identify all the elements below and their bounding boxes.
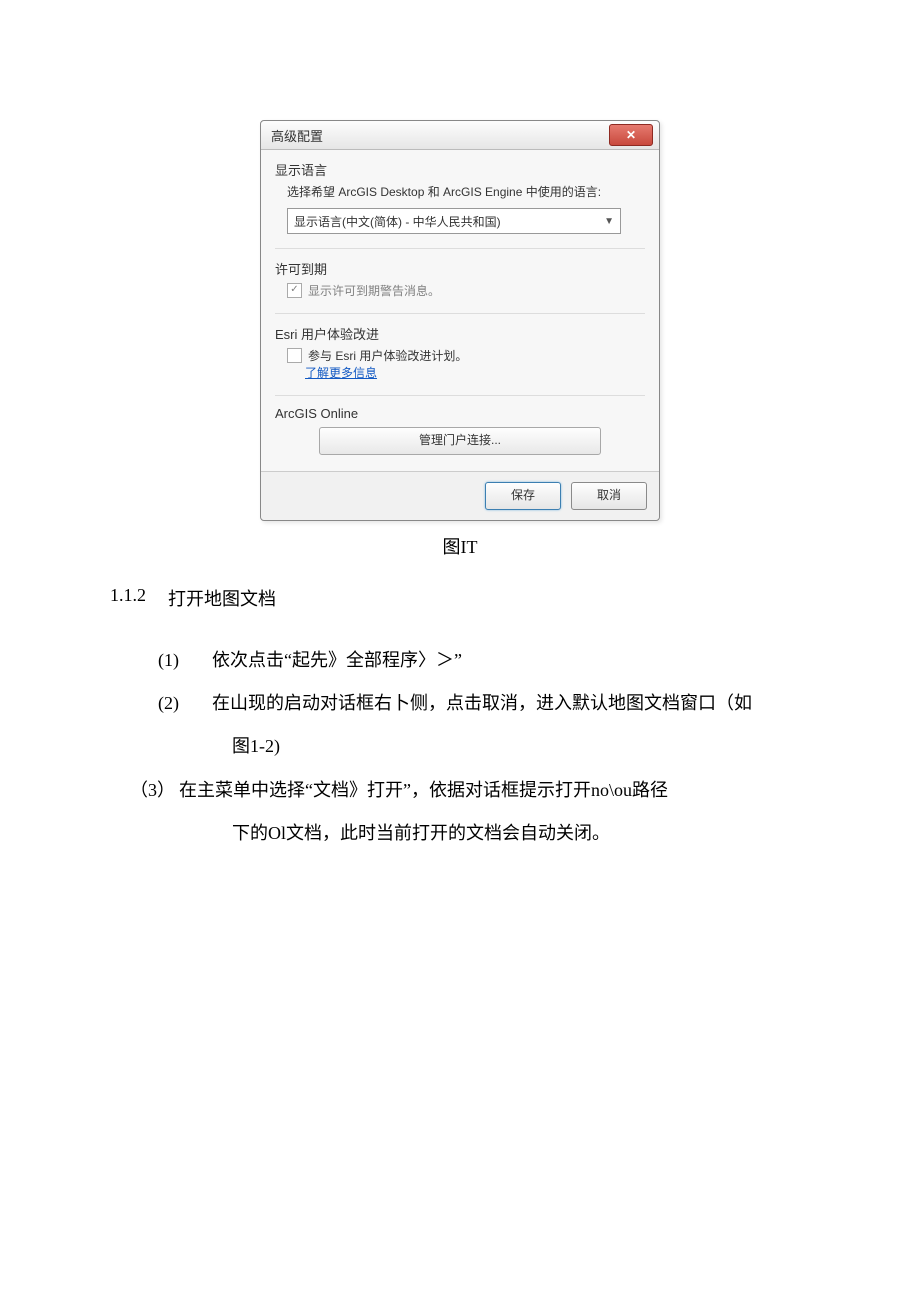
close-button[interactable]: ✕ xyxy=(609,124,653,146)
section-heading: 1.1.2 打开地图文档 xyxy=(110,585,810,611)
advanced-config-dialog: 高级配置 ✕ 显示语言 选择希望 ArcGIS Desktop 和 ArcGIS… xyxy=(260,120,660,521)
step-text: 依次点击“起先》全部程序〉＞” xyxy=(212,639,462,682)
save-button[interactable]: 保存 xyxy=(485,482,561,510)
list-item: (1) 依次点击“起先》全部程序〉＞” xyxy=(158,639,810,682)
combobox-value: 显示语言(中文(简体) - 中华人民共和国) xyxy=(294,213,501,230)
list-item: (2) 在山现的启动对话框右卜侧，点击取消，进入默认地图文档窗口（如 xyxy=(158,682,810,725)
step-text: 在山现的启动对话框右卜侧，点击取消，进入默认地图文档窗口（如 xyxy=(212,682,752,725)
section-online: ArcGIS Online 管理门户连接... xyxy=(275,406,645,455)
titlebar: 高级配置 ✕ xyxy=(261,121,659,150)
chevron-down-icon: ▼ xyxy=(604,216,614,227)
license-checkbox[interactable]: ✓ xyxy=(287,283,302,298)
esri-checkbox[interactable] xyxy=(287,348,302,363)
learn-more-link[interactable]: 了解更多信息 xyxy=(305,366,377,380)
section-esri-title: Esri 用户体验改进 xyxy=(275,324,645,343)
cancel-button[interactable]: 取消 xyxy=(571,482,647,510)
license-checkbox-row: ✓ 显示许可到期警告消息。 xyxy=(287,282,645,299)
dialog-title: 高级配置 xyxy=(271,126,323,145)
step-text-continued: 图1-2) xyxy=(232,725,810,768)
step-number: (2) xyxy=(158,682,212,725)
license-checkbox-label: 显示许可到期警告消息。 xyxy=(308,282,440,299)
dialog-footer: 保存 取消 xyxy=(261,471,659,520)
section-language-title: 显示语言 xyxy=(275,160,645,179)
divider xyxy=(275,395,645,396)
step-text: 在主菜单中选择“文档》打开”，依据对话框提示打开no\ou路径 xyxy=(179,769,668,812)
divider xyxy=(275,313,645,314)
manage-portal-button[interactable]: 管理门户连接... xyxy=(319,427,601,455)
section-esri: Esri 用户体验改进 参与 Esri 用户体验改进计划。 了解更多信息 xyxy=(275,324,645,381)
esri-checkbox-label: 参与 Esri 用户体验改进计划。 xyxy=(308,347,467,364)
heading-number: 1.1.2 xyxy=(110,585,146,611)
esri-checkbox-row: 参与 Esri 用户体验改进计划。 xyxy=(287,347,645,364)
divider xyxy=(275,248,645,249)
dialog-screenshot: 高级配置 ✕ 显示语言 选择希望 ArcGIS Desktop 和 ArcGIS… xyxy=(260,120,660,521)
steps-list: (1) 依次点击“起先》全部程序〉＞” (2) 在山现的启动对话框右卜侧，点击取… xyxy=(158,639,810,855)
step-number: (1) xyxy=(158,639,212,682)
dialog-body: 显示语言 选择希望 ArcGIS Desktop 和 ArcGIS Engine… xyxy=(261,150,659,471)
section-language: 显示语言 选择希望 ArcGIS Desktop 和 ArcGIS Engine… xyxy=(275,160,645,234)
step-text-continued: 下的Ol文档，此时当前打开的文档会自动关闭。 xyxy=(232,812,810,855)
close-icon: ✕ xyxy=(626,128,636,142)
figure-caption: 图IT xyxy=(110,533,810,559)
section-language-desc: 选择希望 ArcGIS Desktop 和 ArcGIS Engine 中使用的… xyxy=(287,183,645,200)
step-number: （3） xyxy=(130,769,175,812)
heading-text: 打开地图文档 xyxy=(168,585,276,611)
language-combobox[interactable]: 显示语言(中文(简体) - 中华人民共和国) ▼ xyxy=(287,208,621,234)
list-item: （3） 在主菜单中选择“文档》打开”，依据对话框提示打开no\ou路径 xyxy=(130,769,810,812)
section-license-title: 许可到期 xyxy=(275,259,645,278)
document-page: 高级配置 ✕ 显示语言 选择希望 ArcGIS Desktop 和 ArcGIS… xyxy=(0,0,920,855)
section-license: 许可到期 ✓ 显示许可到期警告消息。 xyxy=(275,259,645,299)
section-online-title: ArcGIS Online xyxy=(275,406,645,421)
